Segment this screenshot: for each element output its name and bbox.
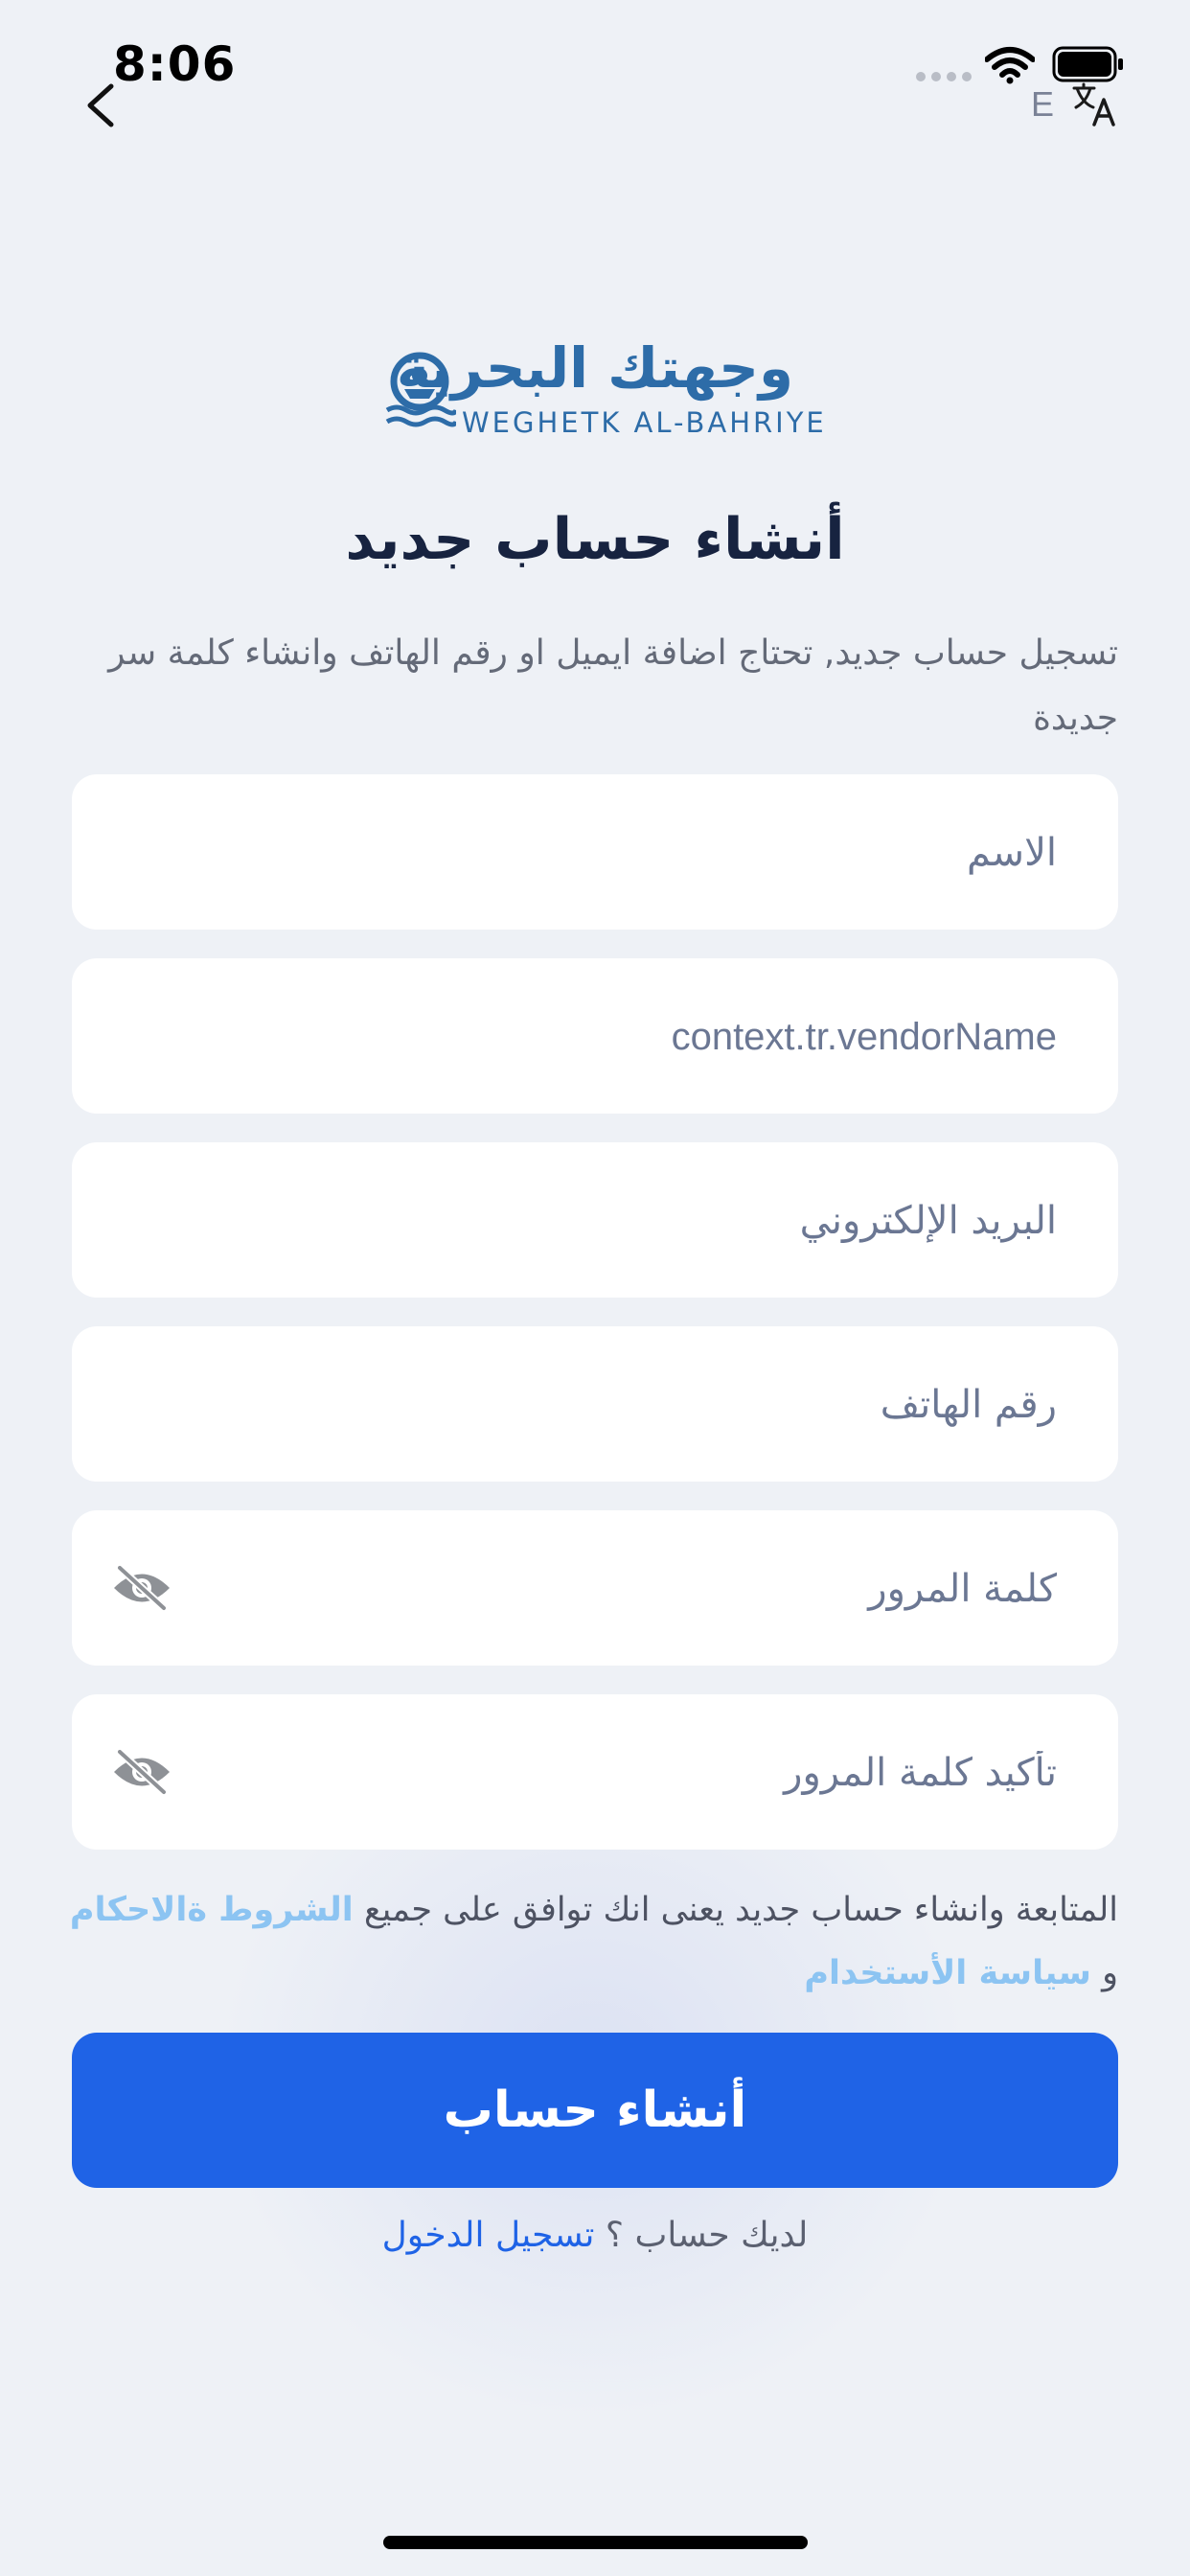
- brand-logo: وجهتك البحرية WEGHETK AL-BAHRIYE: [383, 335, 824, 439]
- vendor-name-field[interactable]: [72, 958, 1118, 1116]
- eye-slash-icon[interactable]: [110, 1564, 173, 1612]
- phone-field[interactable]: [72, 1326, 1118, 1484]
- translate-icon[interactable]: [1071, 80, 1119, 128]
- signal-dots-icon: [916, 72, 972, 81]
- terms-text: المتابعة وانشاء حساب جديد يعنى انك توافق…: [363, 1891, 1118, 1929]
- status-time: 8:06: [113, 36, 237, 92]
- confirm-password-field[interactable]: [72, 1694, 1118, 1852]
- email-input[interactable]: [193, 1142, 1059, 1300]
- email-field[interactable]: [72, 1142, 1118, 1300]
- login-prompt: لديك حساب ؟ تسجيل الدخول: [0, 2216, 1190, 2255]
- language-code[interactable]: E: [1031, 84, 1054, 125]
- login-link[interactable]: تسجيل الدخول: [382, 2216, 595, 2255]
- page-title: أنشاء حساب جديد: [345, 506, 845, 573]
- eye-slash-icon[interactable]: [110, 1748, 173, 1796]
- wifi-icon: [985, 47, 1035, 84]
- page-description: تسجيل حساب جديد, تحتاج اضافة ايميل او رق…: [108, 633, 1118, 738]
- privacy-policy-link[interactable]: سياسة الأستخدام: [804, 1954, 1091, 1992]
- name-field[interactable]: [72, 774, 1118, 932]
- name-input[interactable]: [193, 774, 1059, 932]
- battery-icon: [1052, 46, 1123, 82]
- login-question: لديك حساب ؟: [605, 2216, 809, 2255]
- password-input[interactable]: [193, 1510, 1059, 1668]
- phone-input[interactable]: [193, 1326, 1059, 1484]
- back-chevron-icon[interactable]: [77, 77, 125, 134]
- logo-arabic-text: وجهتك البحرية: [396, 335, 793, 401]
- logo-english-text: WEGHETK AL-BAHRIYE: [462, 406, 827, 439]
- password-field[interactable]: [72, 1510, 1118, 1668]
- home-indicator: [383, 2536, 808, 2549]
- terms-and: و: [1102, 1954, 1118, 1992]
- terms-notice: المتابعة وانشاء حساب جديد يعنى انك توافق…: [55, 1878, 1118, 2005]
- create-account-button[interactable]: أنشاء حساب: [72, 2033, 1118, 2188]
- vendor-name-input[interactable]: [193, 958, 1059, 1116]
- terms-conditions-link[interactable]: الشروط ةالاحكام: [70, 1891, 354, 1929]
- confirm-password-input[interactable]: [193, 1694, 1059, 1852]
